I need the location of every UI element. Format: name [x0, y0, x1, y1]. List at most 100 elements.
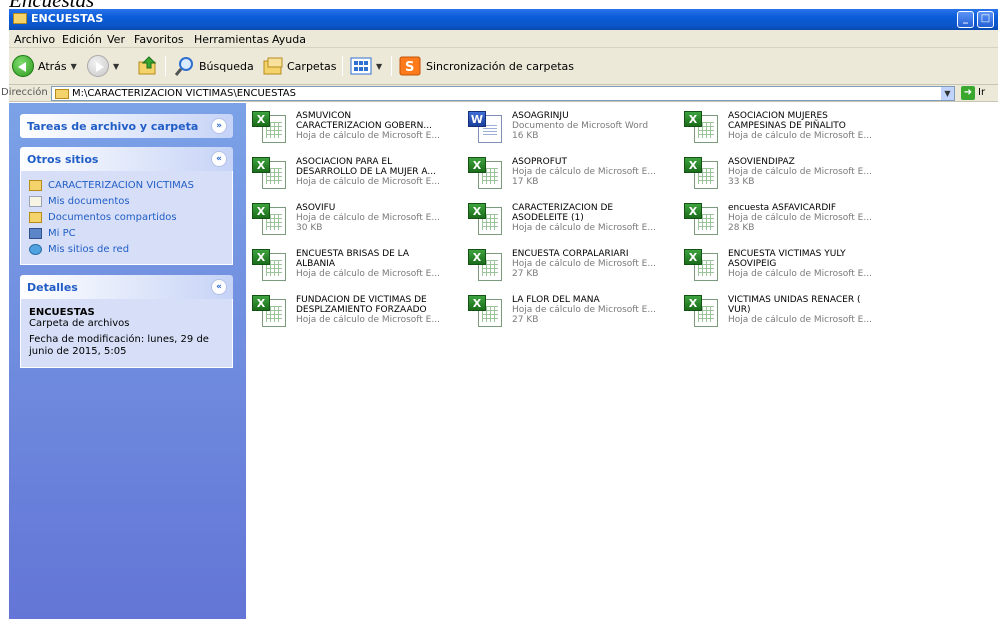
folder-icon — [55, 89, 69, 99]
file-item[interactable]: X ENCUESTA VICTIMAS YULY ASOVIPEIG Hoja … — [678, 245, 888, 291]
excel-file-icon: X — [682, 293, 722, 333]
up-folder-button[interactable] — [137, 54, 159, 78]
other-places-list: CARACTERIZACION VICTIMAS Mis documentos … — [20, 171, 233, 265]
svg-text:S: S — [405, 60, 414, 75]
maximize-button[interactable]: □ — [977, 11, 994, 28]
go-label[interactable]: Ir — [978, 87, 985, 98]
file-item[interactable]: X ENCUESTA BRISAS DE LA ALBANIA Hoja de … — [246, 245, 456, 291]
file-item[interactable]: X ASOCIACION MUJERES CAMPESINAS DE PIÑAL… — [678, 107, 888, 153]
go-arrow-icon[interactable]: ➜ — [961, 86, 975, 100]
file-item[interactable]: X LA FLOR DEL MANA Hoja de cálculo de Mi… — [462, 291, 672, 337]
file-item[interactable]: X FUNDACION DE VICTIMAS DE DESPLZAMIENTO… — [246, 291, 456, 337]
file-item[interactable]: X ASOVIENDIPAZ Hoja de cálculo de Micros… — [678, 153, 888, 199]
address-label: Dirección — [1, 87, 48, 98]
other-places-header[interactable]: Otros sitios « — [20, 147, 233, 171]
file-item[interactable]: W ASOAGRINJU Documento de Microsoft Word… — [462, 107, 672, 153]
file-item[interactable]: X ASOPROFUT Hoja de cálculo de Microsoft… — [462, 153, 672, 199]
folder-icon — [29, 179, 42, 191]
place-label: Mi PC — [48, 227, 76, 239]
file-item[interactable]: X ASMUVICON CARACTERIZACION GOBERN... Ho… — [246, 107, 456, 153]
file-name: ASOAGRINJU — [512, 111, 569, 121]
place-mis-documentos[interactable]: Mis documentos — [29, 193, 224, 209]
file-name: ASOCIACION PARA EL DESARROLLO DE LA MUJE… — [296, 157, 437, 177]
file-name: VICTIMAS UNIDAS RENACER ( VUR) — [728, 295, 861, 315]
details-folder-type: Carpeta de archivos — [29, 318, 130, 329]
file-tasks-panel: Tareas de archivo y carpeta » — [20, 114, 233, 138]
file-size: 33 KB — [728, 177, 755, 187]
chevron-down-icon[interactable]: ▼ — [376, 62, 382, 71]
collapse-chevron-icon[interactable]: « — [211, 151, 227, 167]
details-body: ENCUESTAS Carpeta de archivos Fecha de m… — [20, 299, 233, 368]
file-item[interactable]: X VICTIMAS UNIDAS RENACER ( VUR) Hoja de… — [678, 291, 888, 337]
menu-favoritos[interactable]: Favoritos — [134, 33, 184, 46]
file-item[interactable]: X ASOCIACION PARA EL DESARROLLO DE LA MU… — [246, 153, 456, 199]
file-type: Hoja de cálculo de Microsoft E... — [296, 177, 440, 187]
file-item[interactable]: X CARACTERIZACION DE ASODELEITE (1) Hoja… — [462, 199, 672, 245]
menu-edicion[interactable]: Edición — [62, 33, 102, 46]
excel-file-icon: X — [466, 247, 506, 287]
file-item[interactable]: X ASOVIFU Hoja de cálculo de Microsoft E… — [246, 199, 456, 245]
excel-file-icon: X — [682, 155, 722, 195]
collapse-chevron-icon[interactable]: « — [211, 279, 227, 295]
file-name: ASOCIACION MUJERES CAMPESINAS DE PIÑALIT… — [728, 111, 846, 131]
place-documentos-compartidos[interactable]: Documentos compartidos — [29, 209, 224, 225]
back-button[interactable]: Atrás ▼ — [12, 54, 77, 78]
file-name: ENCUESTA BRISAS DE LA ALBANIA — [296, 249, 410, 269]
excel-file-icon: X — [682, 109, 722, 149]
minimize-button[interactable]: _ — [957, 11, 974, 28]
views-icon — [350, 57, 372, 75]
place-label: Mis sitios de red — [48, 243, 130, 255]
file-item[interactable]: X encuesta ASFAVICARDIF Hoja de cálculo … — [678, 199, 888, 245]
file-name: ASOPROFUT — [512, 157, 567, 167]
chevron-down-icon[interactable]: ▼ — [71, 62, 77, 71]
network-icon — [29, 243, 42, 255]
expand-chevron-icon[interactable]: » — [211, 118, 227, 134]
title-bar: ENCUESTAS _ □ — [9, 9, 998, 30]
address-input[interactable]: M:\CARACTERIZACION VICTIMAS\ENCUESTAS ▼ — [51, 86, 955, 101]
sync-button[interactable]: S Sincronización de carpetas — [399, 54, 574, 78]
menu-ver[interactable]: Ver — [107, 33, 125, 46]
folders-button[interactable]: Carpetas — [262, 54, 336, 78]
file-type: Hoja de cálculo de Microsoft E... — [728, 269, 872, 279]
details-header[interactable]: Detalles « — [20, 275, 233, 299]
back-arrow-icon — [12, 55, 34, 77]
file-name: ASOVIFU — [296, 203, 336, 213]
search-button[interactable]: Búsqueda — [174, 54, 254, 78]
file-size: 28 KB — [728, 223, 755, 233]
sync-icon: S — [399, 56, 421, 76]
file-type: Hoja de cálculo de Microsoft E... — [296, 213, 440, 223]
file-item[interactable]: X ENCUESTA CORPALARIARI Hoja de cálculo … — [462, 245, 672, 291]
file-size: 17 KB — [512, 177, 539, 187]
menu-archivo[interactable]: Archivo — [14, 33, 55, 46]
place-caracterizacion-victimas[interactable]: CARACTERIZACION VICTIMAS — [29, 177, 224, 193]
chevron-down-icon[interactable]: ▼ — [941, 87, 954, 100]
file-name: FUNDACION DE VICTIMAS DE DESPLZAMIENTO F… — [296, 295, 427, 315]
excel-file-icon: X — [466, 155, 506, 195]
place-mi-pc[interactable]: Mi PC — [29, 225, 224, 241]
excel-file-icon: X — [466, 293, 506, 333]
document-heading: Encuestas — [9, 0, 94, 9]
views-button[interactable]: ▼ — [350, 54, 382, 78]
computer-icon — [29, 227, 42, 239]
file-type: Hoja de cálculo de Microsoft E... — [728, 167, 872, 177]
word-file-icon: W — [466, 109, 506, 149]
details-folder-name: ENCUESTAS — [29, 307, 95, 318]
details-title: Detalles — [27, 281, 78, 294]
excel-file-icon: X — [250, 109, 290, 149]
file-name: ASOVIENDIPAZ — [728, 157, 795, 167]
folder-icon — [13, 13, 27, 24]
menu-herramientas[interactable]: Herramientas — [194, 33, 269, 46]
file-size: 27 KB — [512, 315, 539, 325]
menu-ayuda[interactable]: Ayuda — [272, 33, 306, 46]
file-type: Hoja de cálculo de Microsoft E... — [728, 213, 872, 223]
file-size: 30 KB — [296, 223, 323, 233]
place-mis-sitios-de-red[interactable]: Mis sitios de red — [29, 241, 224, 257]
file-list: X ASMUVICON CARACTERIZACION GOBERN... Ho… — [246, 103, 998, 619]
excel-file-icon: X — [682, 201, 722, 241]
forward-button[interactable]: ▼ — [87, 54, 119, 78]
file-tasks-header[interactable]: Tareas de archivo y carpeta » — [20, 114, 233, 138]
task-pane: Tareas de archivo y carpeta » Otros siti… — [9, 103, 246, 619]
file-size: 16 KB — [512, 131, 539, 141]
chevron-down-icon[interactable]: ▼ — [113, 62, 119, 71]
excel-file-icon: X — [682, 247, 722, 287]
